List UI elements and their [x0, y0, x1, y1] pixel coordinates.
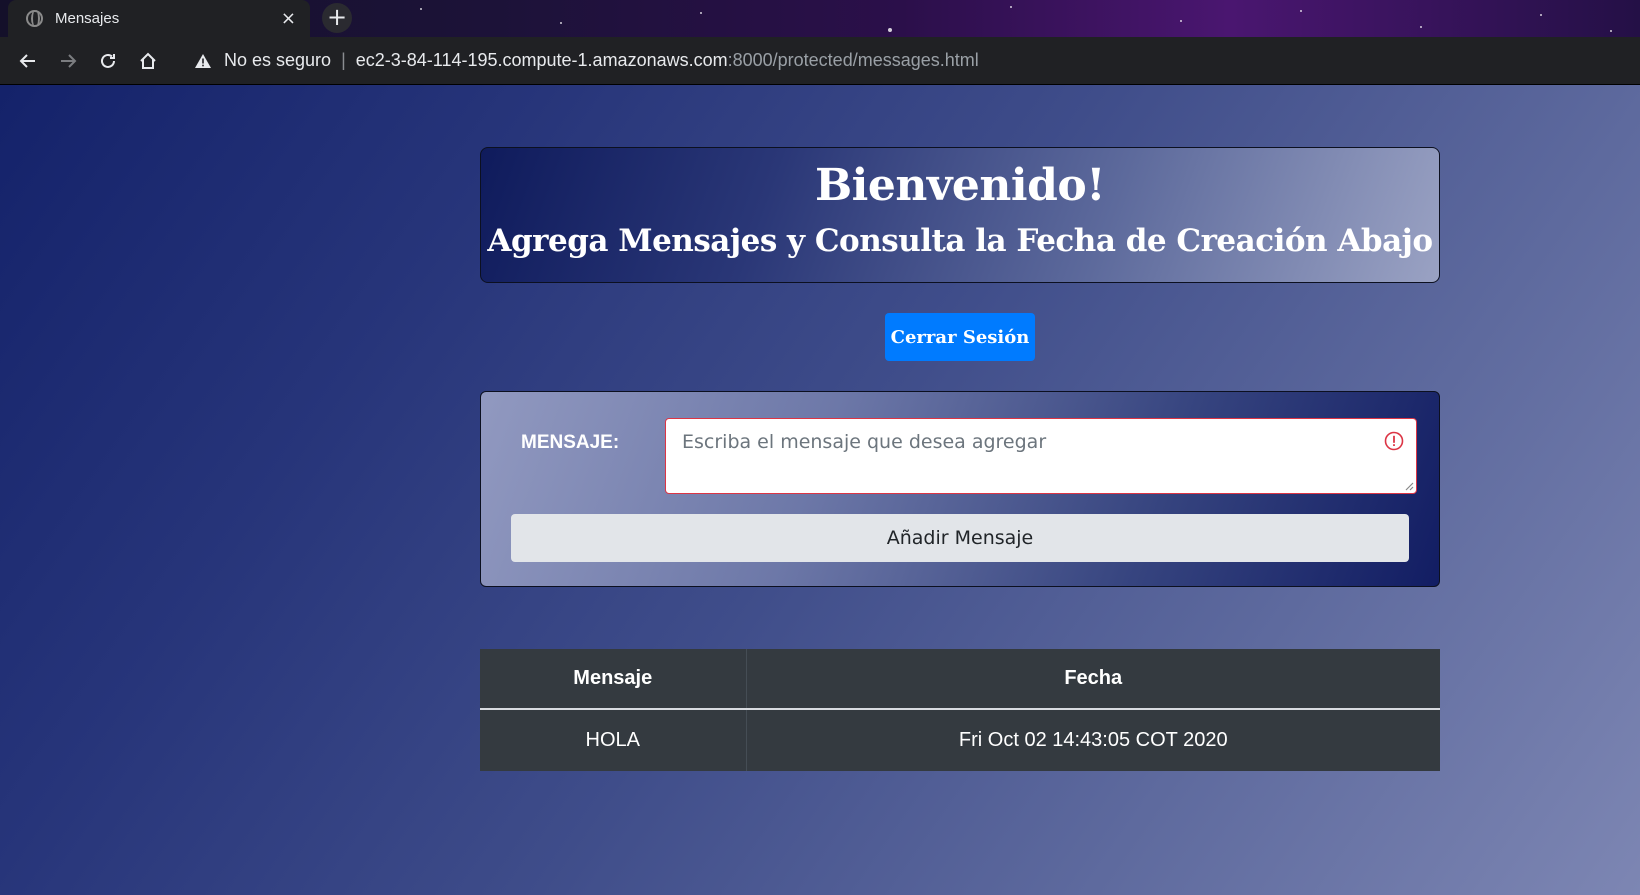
logout-button[interactable]: Cerrar Sesión: [885, 313, 1035, 361]
globe-icon: [26, 10, 43, 27]
security-status[interactable]: No es seguro: [224, 50, 331, 71]
home-icon[interactable]: [128, 41, 168, 81]
add-message-button[interactable]: Añadir Mensaje: [511, 514, 1409, 562]
url-separator: |: [341, 50, 346, 70]
message-input-wrapper: [665, 418, 1417, 494]
column-header-date: Fecha: [745, 649, 1440, 710]
url-path: :8000/protected/messages.html: [727, 50, 979, 70]
warning-icon[interactable]: [194, 53, 212, 69]
message-input[interactable]: [666, 419, 1416, 493]
close-tab-icon[interactable]: ×: [281, 8, 296, 29]
welcome-banner: Bienvenido! Agrega Mensajes y Consulta l…: [480, 147, 1440, 283]
message-cell: HOLA: [585, 729, 640, 751]
messages-table: Mensaje Fecha HOLA Fri Oct 02 14:43:05 C…: [480, 649, 1440, 771]
tab-title: Mensajes: [55, 10, 120, 27]
error-icon: [1384, 431, 1404, 451]
message-label: MENSAJE:: [521, 432, 620, 453]
page-subtitle: Agrega Mensajes y Consulta la Fecha de C…: [487, 223, 1433, 259]
browser-tab[interactable]: Mensajes ×: [8, 0, 310, 37]
new-tab-button[interactable]: +: [322, 3, 352, 33]
table-row: HOLA Fri Oct 02 14:43:05 COT 2020: [480, 709, 1440, 771]
back-arrow-icon[interactable]: [8, 41, 48, 81]
table-header-row: Mensaje Fecha: [480, 649, 1440, 710]
message-form: MENSAJE: Añadir Mensaje: [480, 391, 1440, 587]
address-bar[interactable]: No es seguro | ec2-3-84-114-195.compute-…: [194, 43, 979, 79]
page-content: Bienvenido! Agrega Mensajes y Consulta l…: [0, 85, 1640, 895]
browser-toolbar: No es seguro | ec2-3-84-114-195.compute-…: [0, 37, 1640, 85]
url-host: ec2-3-84-114-195.compute-1.amazonaws.com: [355, 50, 728, 70]
browser-tab-strip: Mensajes × +: [0, 0, 1640, 37]
page-title: Bienvenido!: [814, 160, 1106, 211]
resize-handle-icon[interactable]: [1402, 479, 1414, 491]
date-cell: Fri Oct 02 14:43:05 COT 2020: [745, 709, 1440, 771]
forward-arrow-icon[interactable]: [48, 41, 88, 81]
column-header-message: Mensaje: [480, 649, 746, 710]
reload-icon[interactable]: [88, 41, 128, 81]
